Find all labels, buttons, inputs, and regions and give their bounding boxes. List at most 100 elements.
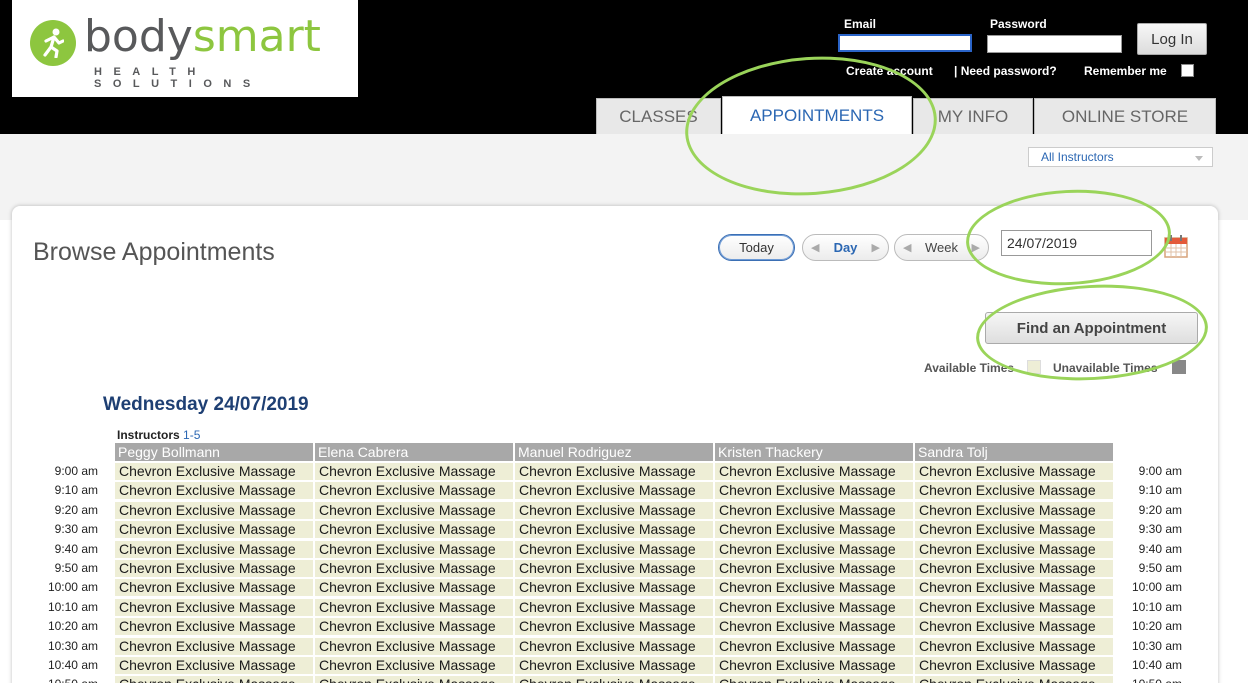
appointment-slot[interactable]: Chevron Exclusive Massage xyxy=(315,463,513,480)
tab-appointments[interactable]: APPOINTMENTS xyxy=(722,96,912,134)
time-label-right: 9:50 am xyxy=(1138,561,1182,575)
appointment-slot[interactable]: Chevron Exclusive Massage xyxy=(115,560,313,577)
appointment-slot[interactable]: Chevron Exclusive Massage xyxy=(715,521,913,539)
instructors-label-text: Instructors xyxy=(117,428,180,442)
appointment-slot[interactable]: Chevron Exclusive Massage xyxy=(915,540,1113,558)
appointment-slot[interactable]: Chevron Exclusive Massage xyxy=(115,501,313,519)
appointment-slot[interactable]: Chevron Exclusive Massage xyxy=(115,637,313,655)
time-label-left: 10:30 am xyxy=(47,638,98,653)
chevron-right-icon[interactable]: ▶ xyxy=(872,241,880,254)
appointment-slot[interactable]: Chevron Exclusive Massage xyxy=(315,657,513,674)
appointment-slot[interactable]: Chevron Exclusive Massage xyxy=(115,676,313,683)
appointment-slot[interactable]: Chevron Exclusive Massage xyxy=(115,618,313,636)
tab-my-info[interactable]: MY INFO xyxy=(913,98,1033,134)
appointment-slot[interactable]: Chevron Exclusive Massage xyxy=(515,618,713,636)
appointment-slot[interactable]: Chevron Exclusive Massage xyxy=(915,463,1113,480)
appointment-slot[interactable]: Chevron Exclusive Massage xyxy=(115,598,313,616)
appointment-slot[interactable]: Chevron Exclusive Massage xyxy=(315,637,513,655)
login-button[interactable]: Log In xyxy=(1137,23,1207,55)
appointment-slot[interactable]: Chevron Exclusive Massage xyxy=(915,598,1113,616)
brand-logo[interactable]: bodysmart HEALTH SOLUTIONS xyxy=(12,0,358,97)
time-label-left: 9:10 am xyxy=(54,483,98,498)
appointment-slot[interactable]: Chevron Exclusive Massage xyxy=(715,463,913,480)
appointment-slot[interactable]: Chevron Exclusive Massage xyxy=(515,521,713,539)
today-button[interactable]: Today xyxy=(718,234,795,261)
appointment-slot[interactable]: Chevron Exclusive Massage xyxy=(115,540,313,558)
instructor-select[interactable]: All Instructors xyxy=(1028,147,1213,167)
appointment-slot[interactable]: Chevron Exclusive Massage xyxy=(515,501,713,519)
appointment-slot[interactable]: Chevron Exclusive Massage xyxy=(715,482,913,500)
remember-me-label: Remember me xyxy=(1084,64,1167,78)
appointment-slot[interactable]: Chevron Exclusive Massage xyxy=(315,676,513,683)
appointment-slot[interactable]: Chevron Exclusive Massage xyxy=(915,501,1113,519)
chevron-left-icon[interactable]: ◀ xyxy=(811,241,819,254)
appointment-slot[interactable]: Chevron Exclusive Massage xyxy=(315,540,513,558)
time-label-left: 10:50 am xyxy=(0,676,98,683)
instructors-range[interactable]: 1-5 xyxy=(183,428,200,442)
appointment-slot[interactable]: Chevron Exclusive Massage xyxy=(715,657,913,674)
appointment-slot[interactable]: Chevron Exclusive Massage xyxy=(315,501,513,519)
appointment-slot[interactable]: Chevron Exclusive Massage xyxy=(715,618,913,636)
time-label-left: 9:40 am xyxy=(54,541,98,556)
logo-tagline: HEALTH SOLUTIONS xyxy=(94,66,262,90)
appointment-slot[interactable]: Chevron Exclusive Massage xyxy=(715,637,913,655)
date-field[interactable]: 24/07/2019 xyxy=(1001,230,1152,256)
appointment-slot[interactable]: Chevron Exclusive Massage xyxy=(915,482,1113,500)
appointment-slot[interactable]: Chevron Exclusive Massage xyxy=(715,676,913,683)
appointment-slot[interactable]: Chevron Exclusive Massage xyxy=(515,463,713,480)
calendar-icon[interactable] xyxy=(1163,233,1189,259)
page: bodysmart HEALTH SOLUTIONS Email Passwor… xyxy=(0,0,1248,683)
time-label-right: 10:20 am xyxy=(1131,619,1182,634)
appointment-slot[interactable]: Chevron Exclusive Massage xyxy=(915,676,1113,683)
password-field[interactable] xyxy=(987,35,1122,53)
appointment-slot[interactable]: Chevron Exclusive Massage xyxy=(515,540,713,558)
appointment-slot[interactable]: Chevron Exclusive Massage xyxy=(715,598,913,616)
appointment-slot[interactable]: Chevron Exclusive Massage xyxy=(315,598,513,616)
time-label-left: 10:00 am xyxy=(47,580,98,595)
appointment-slot[interactable]: Chevron Exclusive Massage xyxy=(515,676,713,683)
appointment-slot[interactable]: Chevron Exclusive Massage xyxy=(915,579,1113,597)
chevron-left-icon[interactable]: ◀ xyxy=(903,241,911,254)
email-field[interactable] xyxy=(838,34,972,52)
instructor-header: Manuel Rodriguez xyxy=(515,443,713,461)
remember-me-checkbox[interactable] xyxy=(1181,64,1194,77)
appointment-slot[interactable]: Chevron Exclusive Massage xyxy=(915,657,1113,674)
tab-online-store[interactable]: ONLINE STORE xyxy=(1034,98,1216,134)
appointment-slot[interactable]: Chevron Exclusive Massage xyxy=(515,482,713,500)
time-label-left: 10:40 am xyxy=(47,658,98,672)
tab-classes[interactable]: CLASSES xyxy=(596,98,721,134)
appointment-slot[interactable]: Chevron Exclusive Massage xyxy=(115,657,313,674)
email-label: Email xyxy=(844,17,877,31)
appointment-slot[interactable]: Chevron Exclusive Massage xyxy=(515,657,713,674)
chevron-right-icon[interactable]: ▶ xyxy=(972,241,980,254)
appointment-slot[interactable]: Chevron Exclusive Massage xyxy=(715,540,913,558)
appointment-slot[interactable]: Chevron Exclusive Massage xyxy=(515,598,713,616)
appointment-slot[interactable]: Chevron Exclusive Massage xyxy=(715,579,913,597)
time-label-right: 10:50 am xyxy=(1118,676,1182,683)
appointment-slot[interactable]: Chevron Exclusive Massage xyxy=(315,579,513,597)
day-view-button[interactable]: ◀ Day ▶ xyxy=(802,234,889,261)
week-view-button[interactable]: ◀ Week ▶ xyxy=(894,234,989,261)
find-appointment-button[interactable]: Find an Appointment xyxy=(985,312,1198,344)
appointment-slot[interactable]: Chevron Exclusive Massage xyxy=(715,560,913,577)
appointment-slot[interactable]: Chevron Exclusive Massage xyxy=(915,521,1113,539)
appointment-slot[interactable]: Chevron Exclusive Massage xyxy=(115,463,313,480)
instructors-label: Instructors 1-5 xyxy=(117,428,200,442)
appointment-slot[interactable]: Chevron Exclusive Massage xyxy=(515,560,713,577)
instructor-header: Peggy Bollmann xyxy=(115,443,313,461)
appointment-slot[interactable]: Chevron Exclusive Massage xyxy=(115,579,313,597)
appointment-slot[interactable]: Chevron Exclusive Massage xyxy=(315,560,513,577)
appointment-slot[interactable]: Chevron Exclusive Massage xyxy=(515,579,713,597)
create-account-link[interactable]: Create account xyxy=(846,64,933,78)
appointment-slot[interactable]: Chevron Exclusive Massage xyxy=(115,521,313,539)
appointment-slot[interactable]: Chevron Exclusive Massage xyxy=(715,501,913,519)
appointment-slot[interactable]: Chevron Exclusive Massage xyxy=(115,482,313,500)
appointment-slot[interactable]: Chevron Exclusive Massage xyxy=(315,521,513,539)
appointment-slot[interactable]: Chevron Exclusive Massage xyxy=(915,560,1113,577)
appointment-slot[interactable]: Chevron Exclusive Massage xyxy=(315,482,513,500)
appointment-slot[interactable]: Chevron Exclusive Massage xyxy=(515,637,713,655)
need-password-link[interactable]: | Need password? xyxy=(954,64,1057,78)
appointment-slot[interactable]: Chevron Exclusive Massage xyxy=(915,618,1113,636)
appointment-slot[interactable]: Chevron Exclusive Massage xyxy=(315,618,513,636)
appointment-slot[interactable]: Chevron Exclusive Massage xyxy=(915,637,1113,655)
